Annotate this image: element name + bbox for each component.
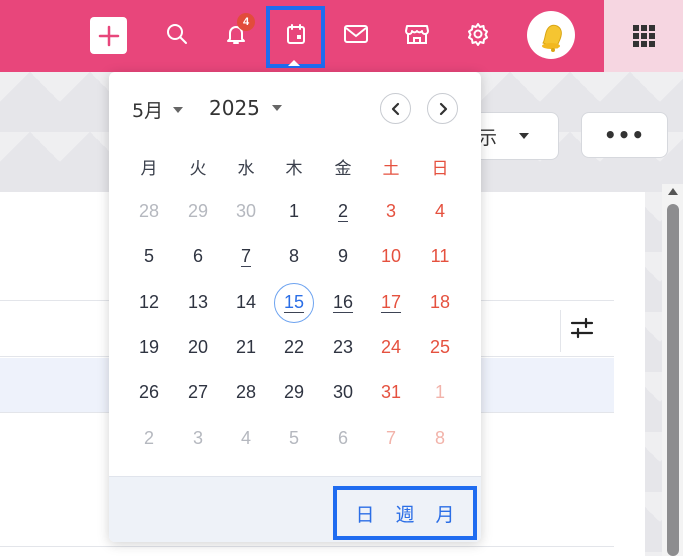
calendar-day[interactable]: 21 [226,334,266,362]
view-month-button[interactable]: 月 [435,500,454,527]
view-footer: 日 週 月 [109,476,481,542]
date-picker-popup: 5月 2025 月火水木金土日 28 29 30 1 2 3 4 5 6 7 8 9 10 11 12 13 1… [109,72,481,542]
calendar-day[interactable]: 30 [226,198,266,226]
view-day-button[interactable]: 日 [355,500,374,527]
calendar-day[interactable]: 4 [226,425,266,453]
create-button[interactable] [90,17,127,54]
apps-button[interactable] [604,0,683,72]
calendar-day[interactable]: 25 [420,334,460,362]
calendar-day[interactable]: 8 [420,425,460,453]
calendar-day[interactable]: 12 [129,289,169,317]
calendar-day[interactable]: 20 [178,334,218,362]
mail-icon [344,25,368,43]
view-switch-group: 日 週 月 [333,486,477,540]
calendar-day[interactable]: 17 [371,289,411,317]
calendar-day[interactable]: 11 [420,243,460,271]
prev-month-button[interactable] [380,93,411,124]
month-label: 5月 [132,100,164,122]
filter-settings-icon[interactable] [566,314,598,342]
calendar-day[interactable]: 10 [371,243,411,271]
calendar-day[interactable]: 3 [371,198,411,226]
top-bar: 4 [0,0,683,72]
calendar-day[interactable]: 19 [129,334,169,362]
calendar-day[interactable]: 8 [274,243,314,271]
chevron-right-icon [439,102,447,115]
calendar-day[interactable]: 28 [129,198,169,226]
next-month-button[interactable] [427,93,458,124]
scroll-up-arrow[interactable] [668,188,678,195]
calendar-day[interactable]: 18 [420,289,460,317]
notification-badge: 4 [237,13,255,31]
month-select[interactable]: 5月 [132,96,184,123]
calendar-day[interactable]: 30 [323,379,363,407]
chevron-down-icon [271,105,282,111]
chevron-down-icon [173,106,184,113]
plus-icon [98,25,119,46]
chevron-down-icon [519,133,530,139]
calendar-day[interactable]: 9 [323,243,363,271]
year-select[interactable]: 2025 [209,96,282,120]
weekday-label: 水 [237,159,255,178]
calendar-day[interactable]: 2 [129,425,169,453]
calendar-day[interactable]: 1 [420,379,460,407]
calendar-day[interactable]: 13 [178,289,218,317]
store-icon [405,25,429,44]
calendar-day[interactable]: 3 [178,425,218,453]
weekday-label: 木 [285,159,303,178]
divider [560,310,561,352]
calendar-day[interactable]: 7 [226,243,266,271]
year-label: 2025 [209,96,260,120]
mail-button[interactable] [336,14,376,54]
weekday-label: 火 [189,159,207,178]
bell-avatar-icon [542,24,562,52]
calendar-day[interactable]: 14 [226,289,266,317]
search-button[interactable] [157,14,197,54]
calendar-day[interactable]: 7 [371,425,411,453]
calendar-day[interactable]: 6 [178,243,218,271]
calendar-day[interactable]: 22 [274,334,314,362]
calendar-day[interactable]: 29 [274,379,314,407]
chevron-left-icon [391,102,399,115]
weekday-label: 金 [334,159,352,178]
settings-button[interactable] [458,14,498,54]
calendar-day[interactable]: 26 [129,379,169,407]
store-button[interactable] [397,14,437,54]
divider [0,546,614,547]
apps-grid-icon [632,25,655,47]
calendar-day[interactable]: 1 [274,198,314,226]
calendar-day[interactable]: 4 [420,198,460,226]
search-icon [167,24,187,44]
popup-caret [288,60,300,66]
scrollbar-thumb[interactable] [667,204,679,556]
gear-icon [468,23,488,46]
calendar-day[interactable]: 2 [323,198,363,226]
weekday-label: 月 [140,159,158,178]
calendar-day[interactable]: 24 [371,334,411,362]
calendar-day[interactable]: 5 [129,243,169,271]
calendar-button-highlight [266,6,325,68]
calendar-day[interactable]: 23 [323,334,363,362]
calendar-day[interactable]: 31 [371,379,411,407]
calendar-day[interactable]: 29 [178,198,218,226]
calendar-day-today[interactable]: 15 [274,289,314,317]
calendar-day[interactable]: 27 [178,379,218,407]
weekday-label: 日 [431,159,449,178]
calendar-day[interactable]: 28 [226,379,266,407]
calendar-day[interactable]: 5 [274,425,314,453]
calendar-day[interactable]: 16 [323,289,363,317]
weekday-label: 土 [382,159,400,178]
calendar-day[interactable]: 6 [323,425,363,453]
more-options-button[interactable]: ••• [581,112,668,158]
avatar[interactable] [527,11,575,59]
view-week-button[interactable]: 週 [395,500,414,527]
